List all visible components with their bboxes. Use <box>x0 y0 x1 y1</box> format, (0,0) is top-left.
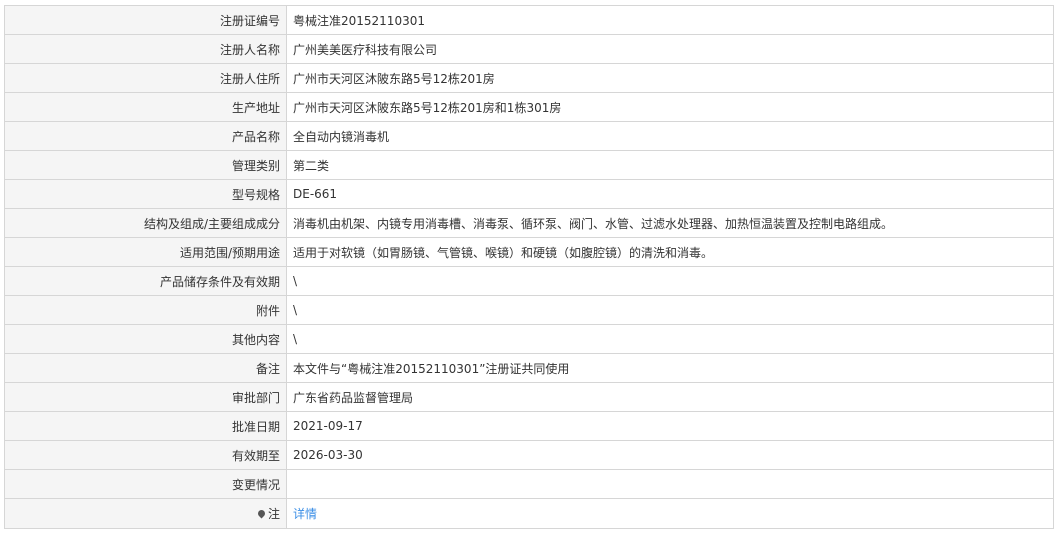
row-value: 详情 <box>286 498 1054 529</box>
row-label: 其他内容 <box>4 324 287 354</box>
table-row: 备注 本文件与“粤械注准20152110301”注册证共同使用 <box>4 353 1054 383</box>
map-pin-icon <box>256 508 267 519</box>
table-row: 其他内容 \ <box>4 324 1054 354</box>
row-value: 全自动内镜消毒机 <box>286 121 1054 151</box>
row-label: 型号规格 <box>4 179 287 209</box>
registration-table: 注册证编号 粤械注准20152110301 注册人名称 广州美美医疗科技有限公司 注册人… <box>4 5 1054 529</box>
table-row: 生产地址 广州市天河区沐陂东路5号12栋201房和1栋301房 <box>4 92 1054 122</box>
row-label: 注册人名称 <box>4 34 287 64</box>
row-value: \ <box>286 266 1054 296</box>
row-label: 注 <box>4 498 287 529</box>
row-label: 结构及组成/主要组成成分 <box>4 208 287 238</box>
row-label: 产品储存条件及有效期 <box>4 266 287 296</box>
row-label: 生产地址 <box>4 92 287 122</box>
row-value: 广州美美医疗科技有限公司 <box>286 34 1054 64</box>
row-value: 2026-03-30 <box>286 440 1054 470</box>
row-label: 管理类别 <box>4 150 287 180</box>
row-label: 附件 <box>4 295 287 325</box>
table-row: 型号规格 DE-661 <box>4 179 1054 209</box>
row-label: 产品名称 <box>4 121 287 151</box>
row-value: 广州市天河区沐陂东路5号12栋201房 <box>286 63 1054 93</box>
row-label: 注册人住所 <box>4 63 287 93</box>
row-value: 第二类 <box>286 150 1054 180</box>
row-value: 本文件与“粤械注准20152110301”注册证共同使用 <box>286 353 1054 383</box>
table-row: 变更情况 <box>4 469 1054 499</box>
detail-link[interactable]: 详情 <box>293 507 317 521</box>
table-row: 注册证编号 粤械注准20152110301 <box>4 5 1054 35</box>
row-value: 消毒机由机架、内镜专用消毒槽、消毒泵、循环泵、阀门、水管、过滤水处理器、加热恒温… <box>286 208 1054 238</box>
row-value: \ <box>286 295 1054 325</box>
row-value: 粤械注准20152110301 <box>286 5 1054 35</box>
table-row: 批准日期 2021-09-17 <box>4 411 1054 441</box>
row-label: 注册证编号 <box>4 5 287 35</box>
row-value: 适用于对软镜（如胃肠镜、气管镜、喉镜）和硬镜（如腹腔镜）的清洗和消毒。 <box>286 237 1054 267</box>
row-label: 有效期至 <box>4 440 287 470</box>
table-row: 产品储存条件及有效期 \ <box>4 266 1054 296</box>
row-label: 适用范围/预期用途 <box>4 237 287 267</box>
table-row-note: 注 详情 <box>4 498 1054 529</box>
table-row: 管理类别 第二类 <box>4 150 1054 180</box>
table-row: 结构及组成/主要组成成分 消毒机由机架、内镜专用消毒槽、消毒泵、循环泵、阀门、水管… <box>4 208 1054 238</box>
row-label: 批准日期 <box>4 411 287 441</box>
registration-detail-panel: 注册证编号 粤械注准20152110301 注册人名称 广州美美医疗科技有限公司 注册人… <box>4 5 1054 529</box>
note-label: 注 <box>267 507 280 521</box>
row-value: \ <box>286 324 1054 354</box>
table-row: 有效期至 2026-03-30 <box>4 440 1054 470</box>
row-value: 广州市天河区沐陂东路5号12栋201房和1栋301房 <box>286 92 1054 122</box>
table-row: 注册人住所 广州市天河区沐陂东路5号12栋201房 <box>4 63 1054 93</box>
row-value: 广东省药品监督管理局 <box>286 382 1054 412</box>
row-value: DE-661 <box>286 179 1054 209</box>
table-row: 附件 \ <box>4 295 1054 325</box>
row-label: 变更情况 <box>4 469 287 499</box>
table-row: 产品名称 全自动内镜消毒机 <box>4 121 1054 151</box>
row-label: 备注 <box>4 353 287 383</box>
row-value: 2021-09-17 <box>286 411 1054 441</box>
table-row: 适用范围/预期用途 适用于对软镜（如胃肠镜、气管镜、喉镜）和硬镜（如腹腔镜）的清洗… <box>4 237 1054 267</box>
table-row: 注册人名称 广州美美医疗科技有限公司 <box>4 34 1054 64</box>
table-row: 审批部门 广东省药品监督管理局 <box>4 382 1054 412</box>
row-value <box>286 469 1054 499</box>
row-label: 审批部门 <box>4 382 287 412</box>
